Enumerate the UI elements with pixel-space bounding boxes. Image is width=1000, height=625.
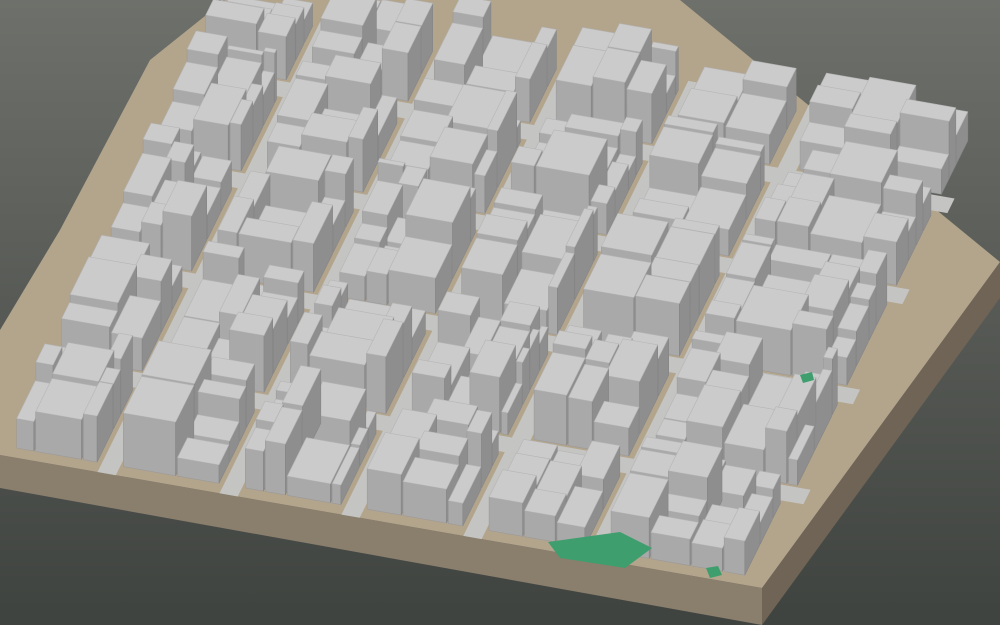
building-face <box>714 225 720 284</box>
building-face <box>274 49 277 103</box>
building-face <box>16 418 35 452</box>
building-face <box>448 500 464 527</box>
building-face <box>831 348 838 415</box>
building-face <box>366 468 402 516</box>
building-face <box>723 537 746 576</box>
building-face <box>488 496 524 537</box>
map-viewport[interactable] <box>0 0 1000 625</box>
building-face <box>568 396 593 450</box>
building-face <box>548 285 558 336</box>
building-face <box>760 144 765 192</box>
building-face <box>593 207 598 262</box>
city-model-scene[interactable] <box>0 0 1000 625</box>
building-face <box>515 76 531 123</box>
building-face <box>474 173 486 214</box>
building-face <box>381 47 409 102</box>
building-face <box>83 413 98 463</box>
building-face <box>123 412 176 477</box>
building-face <box>675 46 679 96</box>
building-face <box>366 352 387 414</box>
building-face <box>245 447 264 492</box>
building-face <box>331 483 342 505</box>
building-face <box>35 411 82 460</box>
building-face <box>501 411 509 436</box>
building-face <box>264 440 286 496</box>
building-face <box>533 389 567 446</box>
building-face <box>366 270 388 306</box>
building-face <box>788 458 798 486</box>
